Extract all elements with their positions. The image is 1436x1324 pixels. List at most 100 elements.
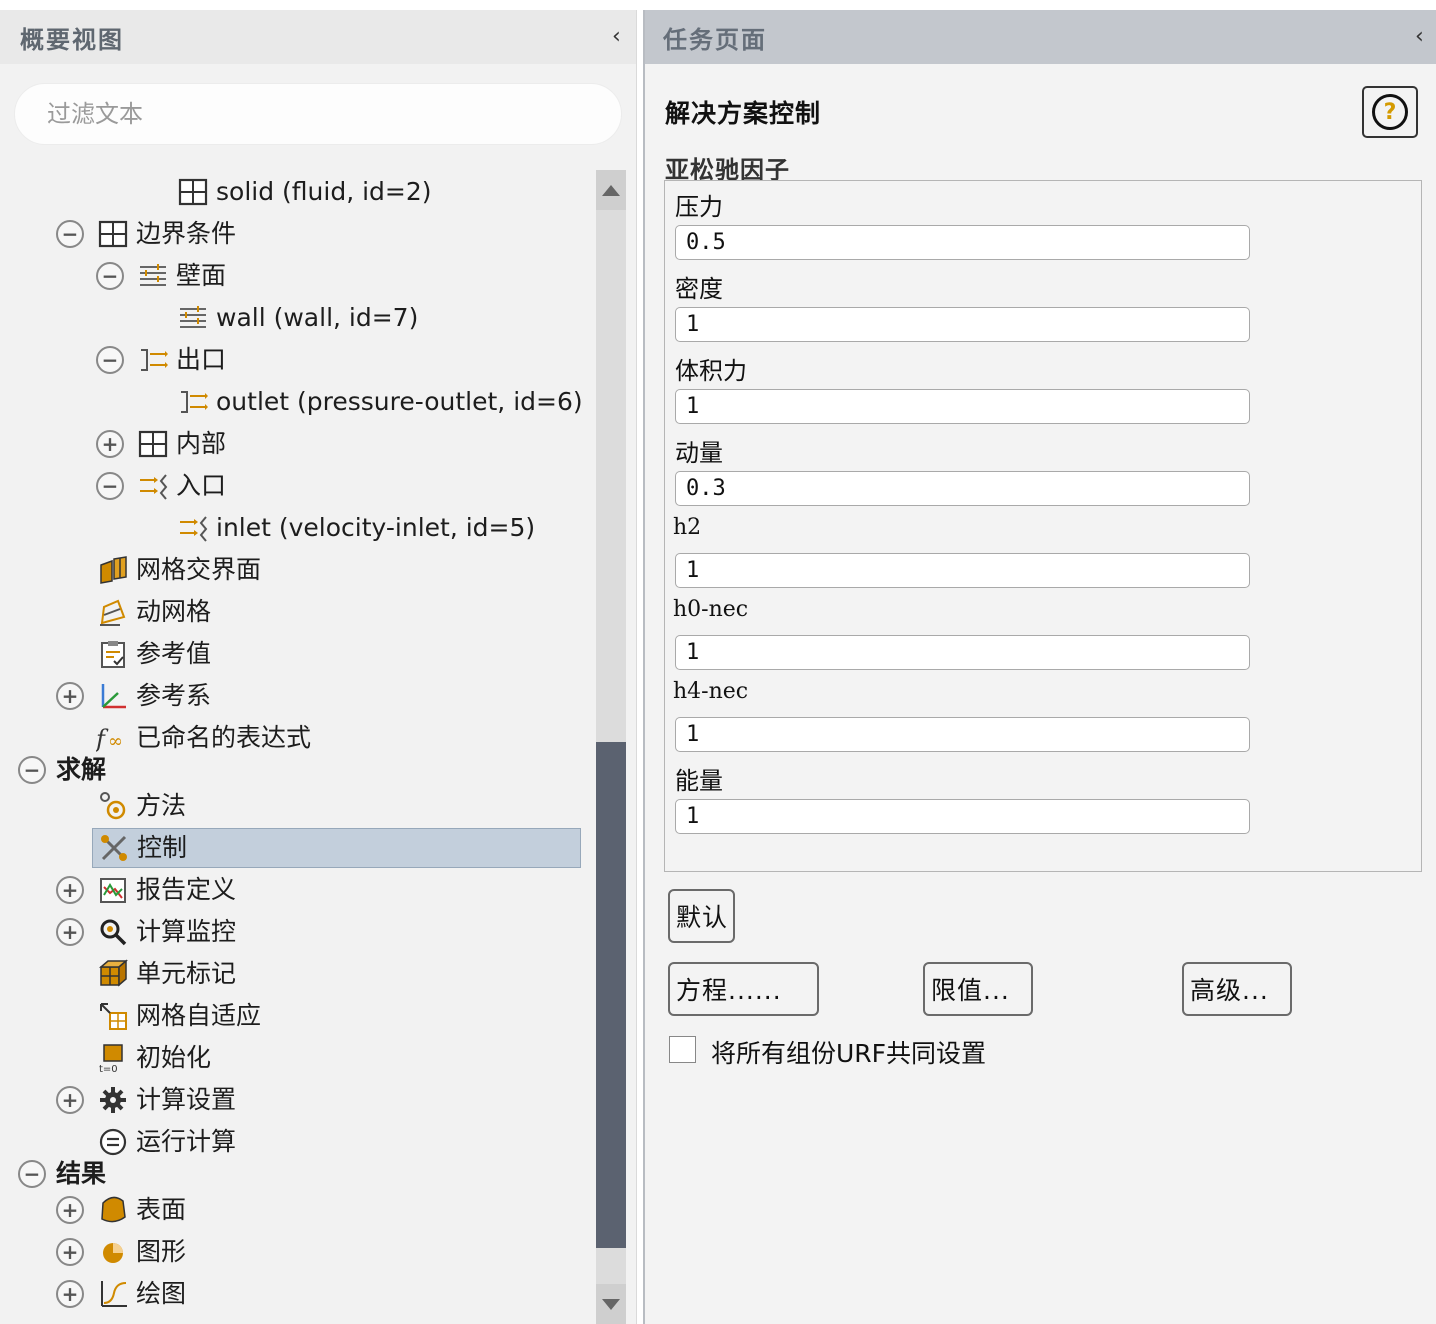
tree-item[interactable]: inlet (velocity-inlet, id=5) bbox=[176, 508, 535, 548]
urf-input[interactable] bbox=[675, 717, 1250, 752]
top-strip bbox=[0, 0, 1436, 10]
tree-item[interactable]: 网格交界面 bbox=[96, 550, 261, 590]
task-page-panel: 任务页面 ‹ 解决方案控制 ? 亚松驰因子 压力密度体积力动量h2h0-nech… bbox=[643, 10, 1436, 1324]
tree-item[interactable]: 出口 bbox=[136, 340, 226, 380]
panel-divider[interactable] bbox=[636, 10, 643, 1324]
urf-label: 密度 bbox=[675, 275, 723, 303]
scroll-thumb[interactable] bbox=[596, 742, 626, 1248]
tree-item[interactable]: wall (wall, id=7) bbox=[176, 298, 418, 338]
urf-input[interactable] bbox=[675, 225, 1250, 260]
equations-button[interactable]: 方程...... bbox=[668, 962, 819, 1016]
solution-controls-title: 解决方案控制 bbox=[665, 99, 822, 128]
tree-item[interactable]: 运行计算 bbox=[96, 1122, 236, 1162]
expander-toggle[interactable]: + bbox=[56, 1238, 84, 1266]
expander-toggle[interactable]: + bbox=[56, 1196, 84, 1224]
expander-toggle[interactable]: − bbox=[96, 472, 124, 500]
advanced-button[interactable]: 高级... bbox=[1182, 962, 1292, 1016]
tree-item[interactable]: 网格自适应 bbox=[96, 996, 261, 1036]
dynamic-mesh-icon bbox=[96, 595, 130, 629]
limits-button[interactable]: 限值... bbox=[923, 962, 1033, 1016]
tree-item-label: 动网格 bbox=[136, 597, 212, 626]
tree-item[interactable]: outlet (pressure-outlet, id=6) bbox=[176, 382, 583, 422]
tree-item[interactable]: 表面 bbox=[96, 1190, 186, 1230]
tree-item[interactable]: 内部 bbox=[136, 424, 226, 464]
urf-label: h4-nec bbox=[673, 679, 749, 704]
help-icon: ? bbox=[1372, 94, 1408, 130]
tree-item[interactable]: 控制 bbox=[92, 828, 581, 868]
tree-item[interactable]: 报告定义 bbox=[96, 870, 236, 910]
default-button[interactable]: 默认 bbox=[668, 889, 735, 943]
tree-item-label: solid (fluid, id=2) bbox=[216, 177, 432, 206]
expander-toggle[interactable]: + bbox=[56, 682, 84, 710]
scroll-down-button[interactable] bbox=[596, 1284, 626, 1324]
tree-item-label: 壁面 bbox=[176, 261, 227, 290]
tree-item[interactable]: 单元标记 bbox=[96, 954, 236, 994]
expander-toggle[interactable]: + bbox=[56, 876, 84, 904]
inlet-icon bbox=[176, 511, 210, 545]
tree-item[interactable]: 参考值 bbox=[96, 634, 211, 674]
tree-item[interactable]: 边界条件 bbox=[96, 214, 236, 254]
tree-item[interactable]: t=0 初始化 bbox=[96, 1038, 211, 1078]
expander-toggle[interactable]: + bbox=[56, 1086, 84, 1114]
expander-toggle[interactable]: − bbox=[56, 220, 84, 248]
tree-item[interactable]: 方法 bbox=[96, 786, 186, 826]
reference-frame-icon bbox=[96, 679, 130, 713]
urf-input[interactable] bbox=[675, 635, 1250, 670]
graphics-icon bbox=[96, 1235, 130, 1269]
expander-toggle[interactable]: + bbox=[96, 430, 124, 458]
wall-icon bbox=[176, 301, 210, 335]
grid-icon bbox=[136, 427, 170, 461]
arrow-down-icon bbox=[602, 1298, 620, 1310]
tree-item[interactable]: 计算监控 bbox=[96, 912, 236, 952]
tree-item[interactable]: 计算设置 bbox=[96, 1080, 236, 1120]
reference-values-icon bbox=[96, 637, 130, 671]
scroll-up-button[interactable] bbox=[596, 170, 626, 210]
tree-item[interactable]: solid (fluid, id=2) bbox=[176, 172, 432, 212]
collapse-right-icon[interactable]: ‹ bbox=[1415, 24, 1424, 49]
urf-input[interactable] bbox=[675, 389, 1250, 424]
outlet-icon bbox=[176, 385, 210, 419]
tree-item-label: 计算监控 bbox=[136, 917, 237, 946]
expander-toggle[interactable]: − bbox=[18, 756, 46, 784]
tree-item[interactable]: 壁面 bbox=[136, 256, 226, 296]
cell-register-icon bbox=[96, 957, 130, 991]
expander-toggle[interactable]: − bbox=[96, 262, 124, 290]
tree-item[interactable]: 动网格 bbox=[96, 592, 211, 632]
expander-toggle[interactable]: + bbox=[56, 1280, 84, 1308]
expander-toggle[interactable]: − bbox=[96, 346, 124, 374]
urf-input[interactable] bbox=[675, 471, 1250, 506]
tree-item-label: 结果 bbox=[56, 1159, 107, 1188]
tree-item-label: 运行计算 bbox=[136, 1127, 237, 1156]
tree-item[interactable]: 求解 bbox=[56, 750, 106, 790]
tree-item-label: 内部 bbox=[176, 429, 227, 458]
tree-item[interactable]: 图形 bbox=[96, 1232, 186, 1272]
set-all-species-urf-checkbox[interactable] bbox=[669, 1036, 696, 1063]
tree-item[interactable]: 结果 bbox=[56, 1154, 106, 1194]
urf-input[interactable] bbox=[675, 553, 1250, 588]
help-button[interactable]: ? bbox=[1362, 86, 1418, 138]
monitor-icon bbox=[96, 915, 130, 949]
tree-scrollbar[interactable] bbox=[596, 170, 626, 1324]
urf-input[interactable] bbox=[675, 799, 1250, 834]
expander-toggle[interactable]: − bbox=[18, 1160, 46, 1188]
urf-label: 压力 bbox=[675, 193, 723, 221]
urf-input[interactable] bbox=[675, 307, 1250, 342]
tree-item-label: 表面 bbox=[136, 1195, 187, 1224]
tree-item[interactable]: 参考系 bbox=[96, 676, 211, 716]
urf-group: 压力密度体积力动量 h2 h0-nec h4-nec 能量 bbox=[664, 180, 1422, 872]
svg-text:t=0: t=0 bbox=[99, 1064, 118, 1073]
outline-tree: solid (fluid, id=2) − 边界条件 − 壁面 wall (wall, i… bbox=[0, 10, 596, 1324]
arrow-up-icon bbox=[602, 184, 620, 196]
expander-toggle[interactable]: + bbox=[56, 918, 84, 946]
tree-item[interactable]: 绘图 bbox=[96, 1274, 186, 1314]
surface-icon bbox=[96, 1193, 130, 1227]
grid-icon bbox=[96, 217, 130, 251]
tree-item[interactable]: 入口 bbox=[136, 466, 226, 506]
tree-item-label: 网格交界面 bbox=[136, 555, 262, 584]
grid-icon bbox=[176, 175, 210, 209]
tree-item[interactable]: f ∞ 已命名的表达式 bbox=[96, 718, 311, 758]
tree-item-label: inlet (velocity-inlet, id=5) bbox=[216, 513, 536, 542]
collapse-left-icon[interactable]: ‹ bbox=[612, 24, 621, 49]
tree-item-label: 图形 bbox=[136, 1237, 187, 1266]
tree-item-label: 报告定义 bbox=[136, 875, 237, 904]
